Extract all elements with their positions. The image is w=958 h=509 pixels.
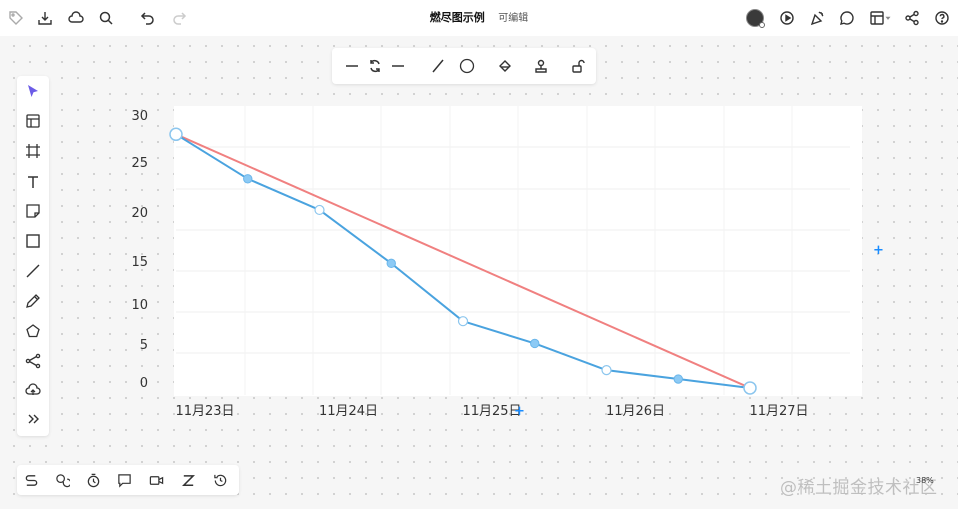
diagonal-line-icon[interactable] [428,56,448,76]
left-toolbar [17,76,49,436]
z-icon[interactable] [178,470,198,490]
swap-icon[interactable] [365,56,385,76]
stamp-icon[interactable] [531,56,551,76]
x-tick-label: 11月24日 [319,404,378,419]
template-icon[interactable] [23,111,43,131]
bottom-toolbar [17,465,239,495]
zoom-level[interactable]: 38% [916,476,934,485]
x-tick-label: 11月27日 [749,404,808,419]
circle-icon[interactable] [457,56,477,76]
chat-icon[interactable] [52,470,72,490]
y-tick-label: 30 [131,109,148,124]
cloud-icon[interactable] [65,7,87,29]
x-tick-label: 11月26日 [606,404,665,419]
add-node-icon[interactable]: + [514,405,525,418]
play-icon[interactable] [776,7,798,29]
unlock-icon[interactable] [568,56,588,76]
more-icon[interactable] [23,409,43,429]
rectangle-icon[interactable] [23,231,43,251]
history-icon[interactable] [210,470,230,490]
online-status-dot [759,22,765,28]
y-tick-label: 10 [131,298,148,313]
mindmap-icon[interactable] [23,351,43,371]
edit-status: 可编辑 [498,13,529,24]
line-icon[interactable] [388,56,408,76]
y-axis-ticks: 30 25 20 15 10 5 0 [131,109,148,391]
top-bar: 燃尽图示例 可编辑 [0,0,958,36]
y-tick-label: 0 [140,376,148,391]
frame-icon[interactable] [23,141,43,161]
share-icon[interactable] [901,7,923,29]
pen-icon[interactable] [23,291,43,311]
timer-icon[interactable] [83,470,103,490]
video-icon[interactable] [146,470,166,490]
flow-icon[interactable] [21,470,41,490]
download-icon[interactable] [34,7,56,29]
y-tick-label: 15 [131,255,148,270]
chevron-down-icon[interactable] [883,7,893,29]
comment-icon[interactable] [836,7,858,29]
y-tick-label: 20 [131,206,148,221]
undo-icon[interactable] [137,7,159,29]
redo-icon[interactable] [168,7,190,29]
polygon-icon[interactable] [23,321,43,341]
sticky-note-icon[interactable] [23,201,43,221]
x-axis-ticks: 11月23日 11月24日 11月25日 11月26日 11月27日 [175,404,808,419]
watermark: @稀土掘金技术社区 [780,478,938,498]
y-tick-label: 25 [131,156,148,171]
comment-icon[interactable] [114,470,134,490]
x-tick-label: 11月25日 [462,404,521,419]
celebrate-icon[interactable] [806,7,828,29]
pointer-icon[interactable] [23,81,43,101]
add-node-icon[interactable]: + [873,244,884,257]
search-icon[interactable] [95,7,117,29]
chart-card[interactable] [174,106,862,396]
fill-icon[interactable] [495,56,515,76]
upload-icon[interactable] [23,380,43,400]
help-icon[interactable] [931,7,953,29]
tag-icon[interactable] [5,7,27,29]
line-thin-icon[interactable] [342,56,362,76]
x-tick-label: 11月23日 [175,404,234,419]
shape-toolbar [332,48,596,84]
document-title[interactable]: 燃尽图示例 [430,11,485,24]
text-icon[interactable] [23,172,43,192]
line-icon[interactable] [23,261,43,281]
y-tick-label: 5 [140,338,148,353]
